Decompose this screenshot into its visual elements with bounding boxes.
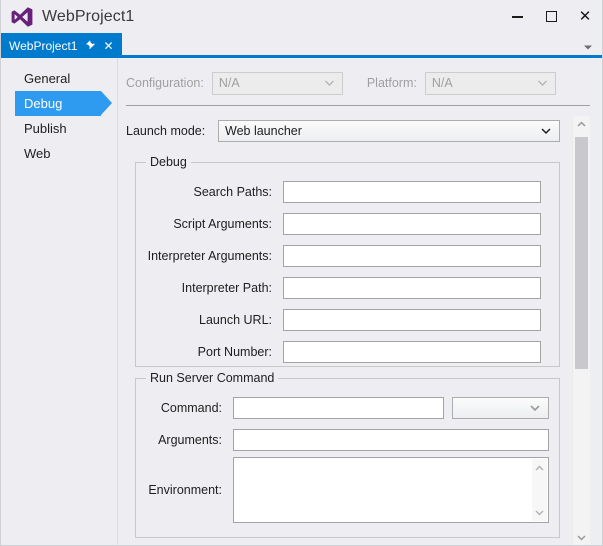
- command-label: Command:: [160, 401, 222, 415]
- sidebar-item-web[interactable]: Web: [15, 141, 101, 166]
- content-vertical-scrollbar[interactable]: [572, 116, 590, 545]
- field-row-script-arguments: Script Arguments:: [136, 213, 541, 235]
- search-paths-input[interactable]: [283, 181, 541, 203]
- platform-value: N/A: [431, 76, 453, 90]
- pin-icon[interactable]: [84, 38, 98, 54]
- field-row-search-paths: Search Paths:: [136, 181, 541, 203]
- chevron-down-icon: [540, 127, 552, 135]
- sidebar-item-label: Web: [24, 146, 51, 161]
- chevron-down-icon: [537, 80, 548, 87]
- launch-mode-row: Launch mode: Web launcher: [126, 120, 560, 142]
- port-number-label: Port Number:: [197, 345, 272, 359]
- port-number-input[interactable]: [283, 341, 541, 363]
- maximize-icon: [545, 11, 557, 22]
- field-row-arguments: Arguments:: [86, 429, 549, 451]
- field-row-port-number: Port Number:: [136, 341, 541, 363]
- interpreter-arguments-input[interactable]: [283, 245, 541, 267]
- configuration-label: Configuration:: [126, 76, 204, 90]
- tab-close-icon[interactable]: ✕: [101, 38, 115, 54]
- settings-content-pane: Configuration: N/A Platform: N/A Launch …: [117, 58, 602, 545]
- launch-mode-combobox[interactable]: Web launcher: [218, 120, 560, 142]
- command-type-combobox[interactable]: [452, 397, 549, 419]
- scrollbar-thumb[interactable]: [575, 137, 588, 369]
- configuration-row: Configuration: N/A Platform: N/A: [126, 71, 586, 95]
- window-controls: ✕: [500, 0, 602, 33]
- interpreter-path-label: Interpreter Path:: [181, 281, 272, 295]
- field-row-environment: Environment:: [86, 457, 549, 523]
- platform-combobox[interactable]: N/A: [424, 71, 556, 95]
- launch-url-label: Launch URL:: [199, 313, 272, 327]
- interpreter-arguments-label: Interpreter Arguments:: [147, 249, 272, 263]
- project-properties-window: WebProject1 ✕ WebProject1 ✕ General Debu…: [0, 0, 603, 546]
- debug-group-title: Debug: [146, 155, 191, 169]
- field-row-interpreter-path: Interpreter Path:: [136, 277, 541, 299]
- environment-textarea[interactable]: [233, 457, 549, 523]
- field-row-command: Command:: [86, 397, 549, 419]
- chevron-down-icon: [324, 80, 335, 87]
- title-bar: WebProject1 ✕: [1, 0, 602, 33]
- script-arguments-label: Script Arguments:: [173, 217, 272, 231]
- sidebar-item-label: Publish: [24, 121, 67, 136]
- tab-label: WebProject1: [9, 38, 78, 53]
- configuration-combobox[interactable]: N/A: [211, 71, 343, 95]
- maximize-button[interactable]: [534, 0, 568, 33]
- script-arguments-input[interactable]: [283, 213, 541, 235]
- visual-studio-logo-icon: [11, 6, 33, 27]
- run-server-command-group-box: Run Server Command Command: Arguments: E…: [135, 371, 560, 538]
- tab-overflow-chevron-down-icon[interactable]: [582, 42, 594, 52]
- chevron-down-icon[interactable]: [534, 505, 545, 519]
- sidebar-item-publish[interactable]: Publish: [15, 116, 101, 141]
- search-paths-label: Search Paths:: [193, 185, 272, 199]
- sidebar-item-general[interactable]: General: [15, 66, 101, 91]
- environment-label: Environment:: [148, 483, 222, 497]
- close-icon: ✕: [578, 8, 592, 25]
- platform-label: Platform:: [366, 76, 417, 90]
- page-body: General Debug Publish Web Configuration:…: [1, 58, 602, 545]
- minimize-button[interactable]: [500, 0, 534, 33]
- header-separator: [126, 105, 590, 106]
- arguments-input[interactable]: [233, 429, 549, 451]
- close-button[interactable]: ✕: [568, 0, 602, 33]
- arguments-label: Arguments:: [158, 433, 222, 447]
- document-tab-strip: WebProject1 ✕: [1, 33, 602, 58]
- sidebar-item-debug[interactable]: Debug: [15, 91, 112, 116]
- scroll-up-button[interactable]: [573, 116, 590, 133]
- interpreter-path-input[interactable]: [283, 277, 541, 299]
- sidebar-item-label: General: [24, 71, 71, 86]
- launch-url-input[interactable]: [283, 309, 541, 331]
- run-server-command-group-title: Run Server Command: [146, 371, 279, 385]
- scroll-down-button[interactable]: [573, 529, 590, 545]
- field-row-interpreter-arguments: Interpreter Arguments:: [136, 245, 541, 267]
- environment-scrollbar[interactable]: [532, 459, 547, 521]
- minimize-icon: [511, 15, 523, 18]
- field-row-launch-url: Launch URL:: [136, 309, 541, 331]
- chevron-up-icon[interactable]: [534, 461, 545, 475]
- command-input[interactable]: [233, 397, 444, 419]
- chevron-down-icon: [529, 404, 541, 412]
- launch-mode-value: Web launcher: [225, 124, 302, 138]
- sidebar-item-label: Debug: [24, 96, 63, 111]
- configuration-value: N/A: [218, 76, 240, 90]
- debug-group-box: Debug Search Paths: Script Arguments: In…: [135, 155, 560, 367]
- launch-mode-label: Launch mode:: [126, 124, 206, 138]
- window-title: WebProject1: [42, 7, 135, 25]
